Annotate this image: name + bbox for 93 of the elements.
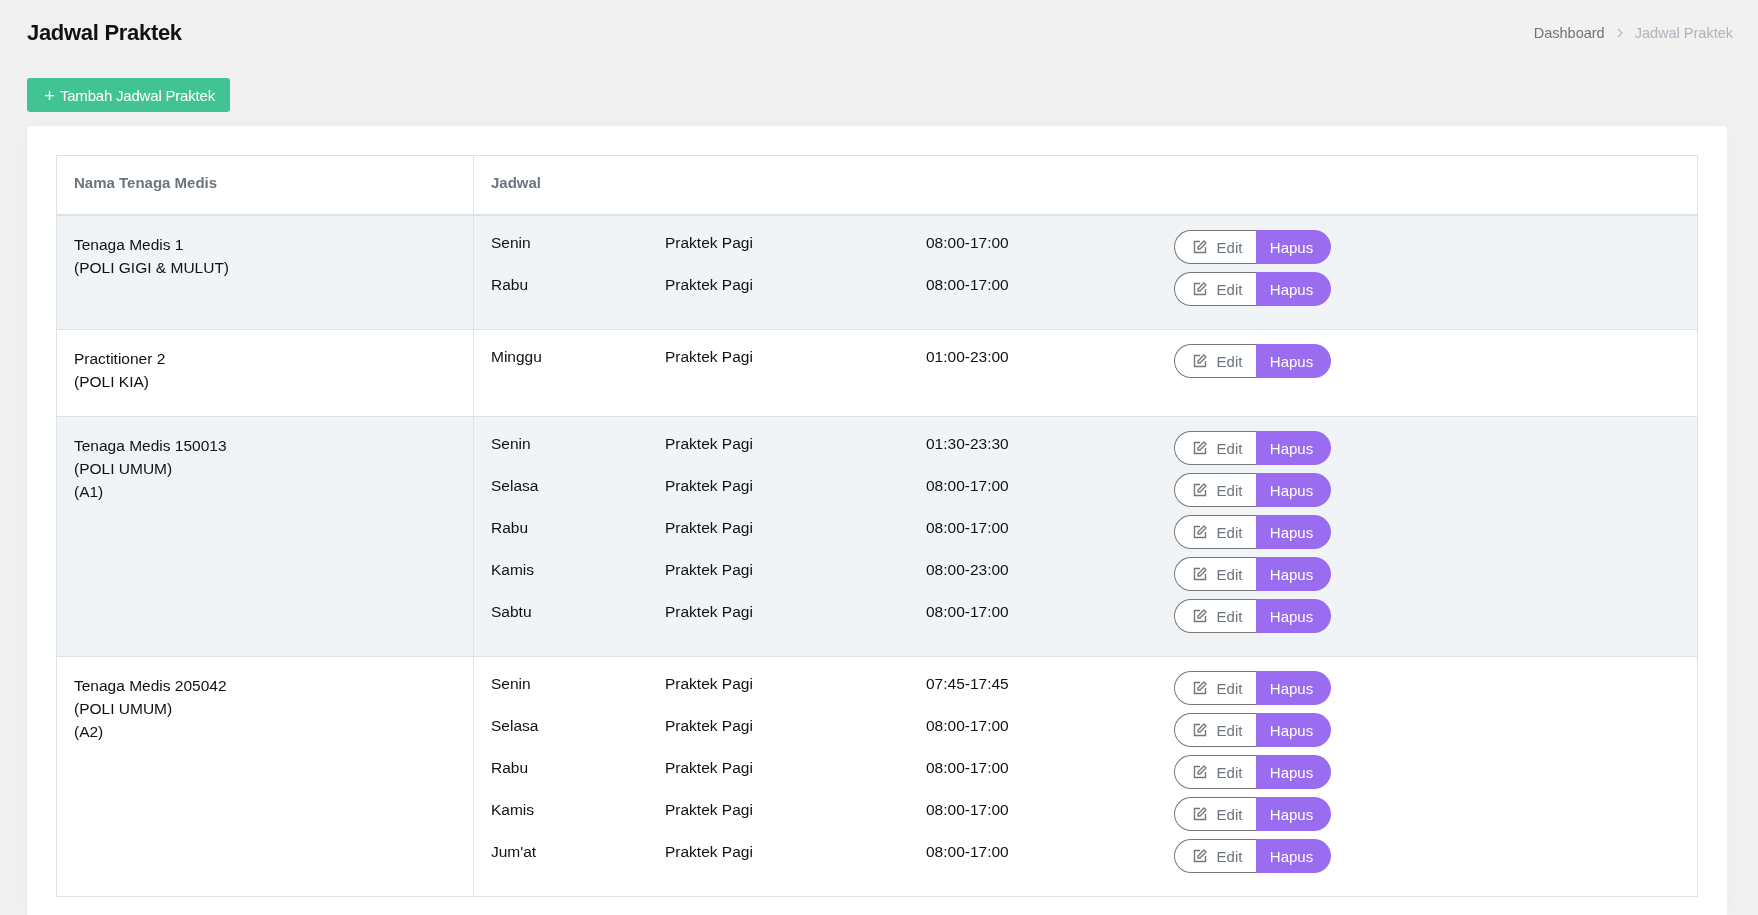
time-text: 08:00-17:00 bbox=[926, 603, 1010, 621]
day-text: Selasa bbox=[491, 717, 540, 735]
session-text: Praktek Pagi bbox=[665, 675, 754, 693]
edit-icon bbox=[1192, 282, 1207, 296]
delete-button[interactable]: Hapus bbox=[1256, 671, 1331, 705]
breadcrumb-link[interactable]: Dashboard bbox=[1533, 25, 1605, 41]
edit-icon bbox=[1192, 681, 1207, 695]
edit-icon bbox=[1192, 765, 1207, 779]
practitioner-name: (POLI UMUM) bbox=[74, 459, 174, 479]
delete-button[interactable]: Hapus bbox=[1256, 230, 1331, 264]
practitioner-name: (POLI KIA) bbox=[74, 372, 150, 392]
session-text: Praktek Pagi bbox=[665, 234, 754, 252]
edit-button[interactable]: Edit bbox=[1174, 599, 1256, 633]
session-text: Praktek Pagi bbox=[665, 435, 754, 453]
time-text: 01:00-23:00 bbox=[926, 348, 1010, 366]
day-text: Rabu bbox=[491, 519, 530, 537]
time-text: 08:00-17:00 bbox=[926, 519, 1010, 537]
day-text: Rabu bbox=[491, 759, 530, 777]
day-text: Kamis bbox=[491, 801, 536, 819]
edit-button[interactable]: Edit bbox=[1174, 713, 1256, 747]
delete-button[interactable]: Hapus bbox=[1256, 839, 1331, 873]
edit-icon bbox=[1192, 807, 1207, 821]
delete-button[interactable]: Hapus bbox=[1256, 713, 1331, 747]
edit-button[interactable]: Edit bbox=[1174, 755, 1256, 789]
session-text: Praktek Pagi bbox=[665, 759, 754, 777]
delete-button[interactable]: Hapus bbox=[1256, 557, 1331, 591]
time-text: 08:00-17:00 bbox=[926, 759, 1010, 777]
delete-button[interactable]: Hapus bbox=[1256, 755, 1331, 789]
time-text: 08:00-23:00 bbox=[926, 561, 1010, 579]
session-text: Praktek Pagi bbox=[665, 348, 754, 366]
practitioner-name: Tenaga Medis 205042 bbox=[74, 676, 228, 696]
edit-icon bbox=[1192, 609, 1207, 623]
delete-button[interactable]: Hapus bbox=[1256, 272, 1331, 306]
day-text: Rabu bbox=[491, 276, 530, 294]
edit-icon bbox=[1192, 849, 1207, 863]
day-text: Jum'at bbox=[491, 843, 538, 861]
session-text: Praktek Pagi bbox=[665, 561, 754, 579]
edit-button[interactable]: Edit bbox=[1174, 473, 1256, 507]
delete-button[interactable]: Hapus bbox=[1256, 431, 1331, 465]
day-text: Minggu bbox=[491, 348, 543, 366]
day-text: Kamis bbox=[491, 561, 536, 579]
edit-button[interactable]: Edit bbox=[1174, 515, 1256, 549]
session-text: Praktek Pagi bbox=[665, 843, 754, 861]
session-text: Praktek Pagi bbox=[665, 477, 754, 495]
practitioner-name: Tenaga Medis 1 bbox=[74, 235, 185, 255]
time-text: 08:00-17:00 bbox=[926, 234, 1010, 252]
edit-button[interactable]: Edit bbox=[1174, 839, 1256, 873]
day-text: Senin bbox=[491, 234, 532, 252]
practitioner-name: (A2) bbox=[74, 722, 105, 742]
time-text: 08:00-17:00 bbox=[926, 276, 1010, 294]
practitioner-name: (POLI UMUM) bbox=[74, 699, 174, 719]
edit-button[interactable]: Edit bbox=[1174, 431, 1256, 465]
edit-button[interactable]: Edit bbox=[1174, 344, 1256, 378]
session-text: Praktek Pagi bbox=[665, 603, 754, 621]
edit-icon bbox=[1192, 567, 1207, 581]
time-text: 08:00-17:00 bbox=[926, 801, 1010, 819]
session-text: Praktek Pagi bbox=[665, 801, 754, 819]
breadcrumb-current: Jadwal Praktek bbox=[1634, 25, 1733, 41]
add-schedule-button[interactable]: + Tambah Jadwal Praktek bbox=[27, 78, 230, 112]
delete-button[interactable]: Hapus bbox=[1256, 599, 1331, 633]
session-text: Praktek Pagi bbox=[665, 717, 754, 735]
day-text: Senin bbox=[491, 675, 532, 693]
practitioner-name: (POLI GIGI & MULUT) bbox=[74, 258, 230, 278]
edit-button[interactable]: Edit bbox=[1174, 272, 1256, 306]
page-title: Jadwal Praktek bbox=[27, 20, 182, 46]
practitioner-name: Practitioner 2 bbox=[74, 349, 167, 369]
delete-button[interactable]: Hapus bbox=[1256, 473, 1331, 507]
time-text: 08:00-17:00 bbox=[926, 477, 1010, 495]
delete-button[interactable]: Hapus bbox=[1256, 515, 1331, 549]
day-text: Senin bbox=[491, 435, 532, 453]
edit-icon bbox=[1192, 483, 1207, 497]
edit-button[interactable]: Edit bbox=[1174, 797, 1256, 831]
day-text: Selasa bbox=[491, 477, 540, 495]
session-text: Praktek Pagi bbox=[665, 519, 754, 537]
edit-button[interactable]: Edit bbox=[1174, 557, 1256, 591]
session-text: Praktek Pagi bbox=[665, 276, 754, 294]
time-text: 07:45-17:45 bbox=[926, 675, 1010, 693]
edit-icon bbox=[1192, 723, 1207, 737]
practitioner-name: (A1) bbox=[74, 482, 105, 502]
delete-button[interactable]: Hapus bbox=[1256, 344, 1331, 378]
time-text: 08:00-17:00 bbox=[926, 843, 1010, 861]
practitioner-name: Tenaga Medis 150013 bbox=[74, 436, 228, 456]
day-text: Sabtu bbox=[491, 603, 533, 621]
edit-icon bbox=[1192, 354, 1207, 368]
edit-icon bbox=[1192, 441, 1207, 455]
edit-icon bbox=[1192, 240, 1207, 254]
time-text: 01:30-23:30 bbox=[926, 435, 1010, 453]
delete-button[interactable]: Hapus bbox=[1256, 797, 1331, 831]
edit-icon bbox=[1192, 525, 1207, 539]
chevron-icon bbox=[1616, 28, 1623, 38]
edit-button[interactable]: Edit bbox=[1174, 671, 1256, 705]
time-text: 08:00-17:00 bbox=[926, 717, 1010, 735]
edit-button[interactable]: Edit bbox=[1174, 230, 1256, 264]
